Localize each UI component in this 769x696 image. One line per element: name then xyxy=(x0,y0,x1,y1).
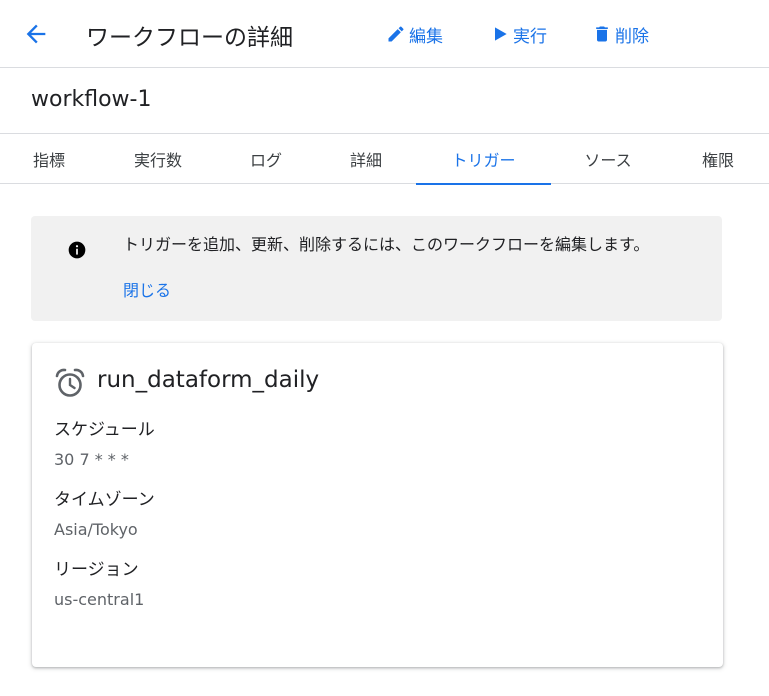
region-value: us-central1 xyxy=(54,590,145,609)
play-icon xyxy=(495,27,507,41)
run-button[interactable]: 実行 xyxy=(490,21,547,47)
trigger-name: run_dataform_daily xyxy=(97,367,320,393)
delete-label: 削除 xyxy=(615,26,649,47)
arrow-back-icon xyxy=(26,24,46,44)
tab-details[interactable]: 詳細 xyxy=(330,134,402,184)
delete-button[interactable]: 削除 xyxy=(592,21,649,47)
banner-message: トリガーを追加、更新、削除するには、このワークフローを編集します。 xyxy=(123,235,650,254)
tab-logs[interactable]: ログ xyxy=(230,134,302,184)
workflow-name: workflow-1 xyxy=(31,87,152,112)
tab-bar: 指標 実行数 ログ 詳細 トリガー ソース 権限 xyxy=(0,134,769,185)
info-banner: トリガーを追加、更新、削除するには、このワークフローを編集します。 閉じる xyxy=(31,216,722,321)
tab-triggers[interactable]: トリガー xyxy=(416,134,551,185)
schedule-value: 30 7 * * * xyxy=(54,450,129,469)
pencil-icon xyxy=(388,26,404,42)
workflow-name-bar: workflow-1 xyxy=(0,68,769,134)
trash-icon xyxy=(596,26,608,42)
alarm-clock-icon xyxy=(55,368,85,397)
page-header: ワークフローの詳細 編集 実行 削除 xyxy=(0,0,769,68)
info-icon xyxy=(68,241,86,259)
banner-close-link[interactable]: 閉じる xyxy=(123,277,171,301)
timezone-value: Asia/Tokyo xyxy=(54,520,138,539)
region-label: リージョン xyxy=(54,560,139,580)
page-title: ワークフローの詳細 xyxy=(86,25,293,51)
run-label: 実行 xyxy=(513,26,547,47)
tab-metrics[interactable]: 指標 xyxy=(10,134,88,184)
trigger-card: run_dataform_daily スケジュール 30 7 * * * タイム… xyxy=(32,343,723,667)
timezone-label: タイムゾーン xyxy=(54,490,155,510)
edit-label: 編集 xyxy=(409,26,443,47)
tab-source[interactable]: ソース xyxy=(572,134,644,184)
tab-permissions[interactable]: 権限 xyxy=(690,134,746,184)
back-button[interactable] xyxy=(22,20,50,48)
edit-button[interactable]: 編集 xyxy=(386,21,443,47)
tab-executions[interactable]: 実行数 xyxy=(122,134,194,184)
schedule-label: スケジュール xyxy=(54,420,155,440)
